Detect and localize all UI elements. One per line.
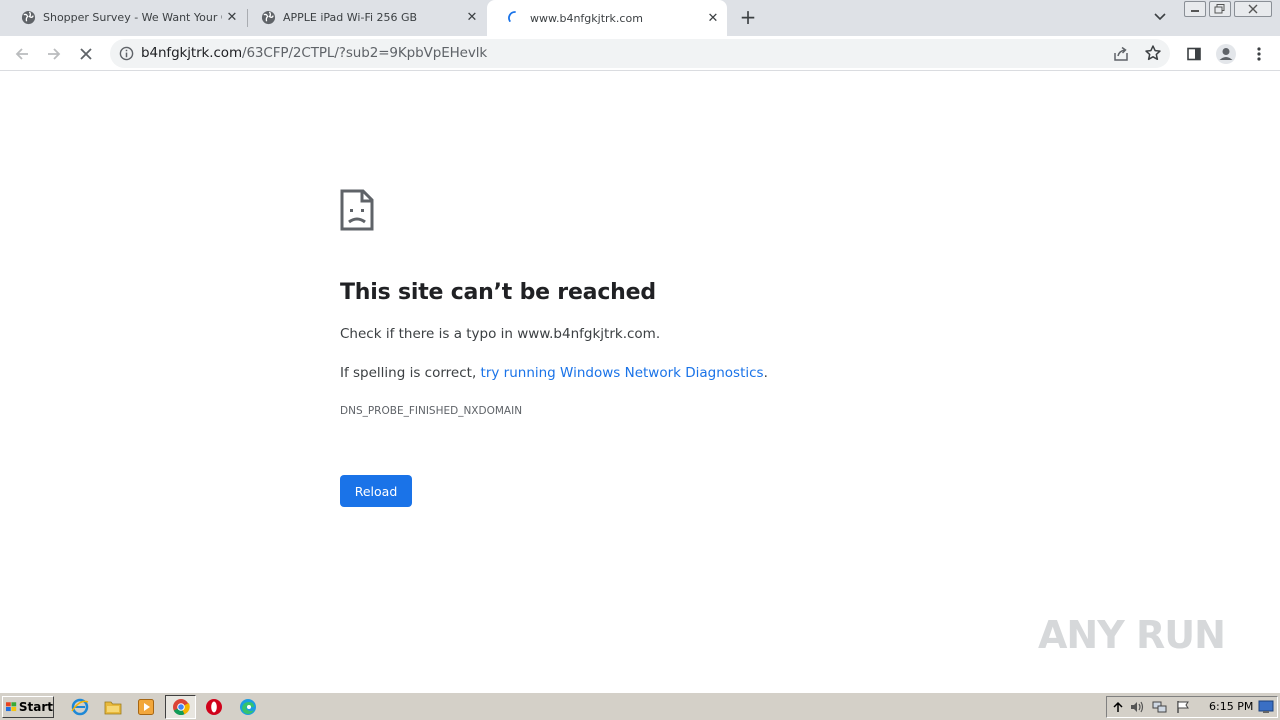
tab-strip: Shopper Survey - We Want Your Op ✕ APPLE… [0,0,1280,36]
error-title: This site can’t be reached [340,280,656,305]
tab-title: www.b4nfgkjtrk.com [530,11,643,25]
restore-icon [1214,4,1225,14]
windows-flag-icon [6,702,17,712]
tab-title: APPLE iPad Wi-Fi 256 GB [283,10,418,24]
taskbar-chrome-button[interactable] [165,695,196,719]
arrow-right-icon [48,48,61,60]
arrow-left-icon [15,48,28,60]
close-icon [1248,4,1258,14]
avatar-icon [1216,44,1236,64]
minimize-button[interactable] [1184,1,1206,17]
profile-button[interactable] [1212,40,1240,68]
edge-icon[interactable] [239,698,257,716]
close-icon [80,48,92,60]
tab-search-button[interactable] [1150,8,1170,26]
url-text[interactable]: b4nfgkjtrk.com/63CFP/2CTPL/?sub2=9KpbVpE… [141,45,487,61]
side-panel-button[interactable] [1180,40,1208,68]
chevron-down-icon [1154,13,1166,21]
sad-document-icon [340,189,374,231]
media-player-icon[interactable] [137,698,155,716]
new-tab-button[interactable]: + [737,5,759,29]
back-button[interactable] [8,40,36,68]
close-tab-icon[interactable]: ✕ [222,7,242,27]
close-window-button[interactable] [1234,1,1272,17]
close-tab-icon[interactable]: ✕ [462,7,482,27]
anyrun-watermark: ANY RUN [1038,613,1226,657]
tab-shopper-survey[interactable]: Shopper Survey - We Want Your Op ✕ [0,0,246,34]
bookmark-star-icon[interactable] [1144,44,1162,62]
windows-taskbar: Start 6:15 PM [0,692,1280,720]
volume-icon[interactable] [1129,700,1145,714]
error-suggestion-diagnostics: If spelling is correct, try running Wind… [340,365,768,381]
file-explorer-icon[interactable] [104,698,122,716]
network-diagnostics-link[interactable]: try running Windows Network Diagnostics [481,365,764,381]
tab-title: Shopper Survey - We Want Your Op [43,10,222,24]
kebab-menu-icon [1257,47,1261,61]
restore-button[interactable] [1209,1,1231,17]
close-tab-icon[interactable]: ✕ [703,8,723,28]
taskbar-clock[interactable]: 6:15 PM [1209,700,1253,713]
diagnostics-suffix: . [763,365,768,381]
url-host: b4nfgkjtrk.com [141,45,242,61]
reload-button[interactable]: Reload [340,475,412,507]
loading-spinner-icon [507,10,523,26]
menu-button[interactable] [1245,40,1273,68]
opera-icon[interactable] [205,698,223,716]
browser-toolbar: b4nfgkjtrk.com/63CFP/2CTPL/?sub2=9KpbVpE… [0,36,1280,71]
forward-button[interactable] [40,40,68,68]
globe-icon [260,9,276,25]
minimize-icon [1191,10,1199,12]
network-icon[interactable] [1152,700,1168,714]
action-center-flag-icon[interactable] [1175,700,1191,714]
globe-icon [20,9,36,25]
info-icon[interactable] [119,46,134,61]
tab-b4nfgkjtrk[interactable]: www.b4nfgkjtrk.com ✕ [487,0,727,36]
side-panel-icon [1187,47,1201,61]
tab-apple-ipad[interactable]: APPLE iPad Wi-Fi 256 GB ✕ [240,0,486,34]
system-tray: 6:15 PM [1106,696,1278,718]
share-icon[interactable] [1112,45,1130,63]
start-button[interactable]: Start [2,696,54,718]
stop-loading-button[interactable] [72,40,100,68]
error-suggestion-typo: Check if there is a typo in www.b4nfgkjt… [340,326,661,342]
internet-explorer-icon[interactable] [71,698,89,716]
error-code: DNS_PROBE_FINISHED_NXDOMAIN [340,405,523,417]
start-label: Start [18,700,53,714]
diagnostics-prefix: If spelling is correct, [340,365,481,381]
chrome-icon [173,699,190,716]
show-hidden-icons-icon[interactable] [1110,700,1126,714]
show-desktop-icon[interactable] [1258,700,1274,714]
url-path: /63CFP/2CTPL/?sub2=9KpbVpEHevlk [242,45,488,61]
error-page: This site can’t be reached Check if ther… [0,72,1280,692]
address-bar[interactable]: b4nfgkjtrk.com/63CFP/2CTPL/?sub2=9KpbVpE… [110,39,1170,68]
